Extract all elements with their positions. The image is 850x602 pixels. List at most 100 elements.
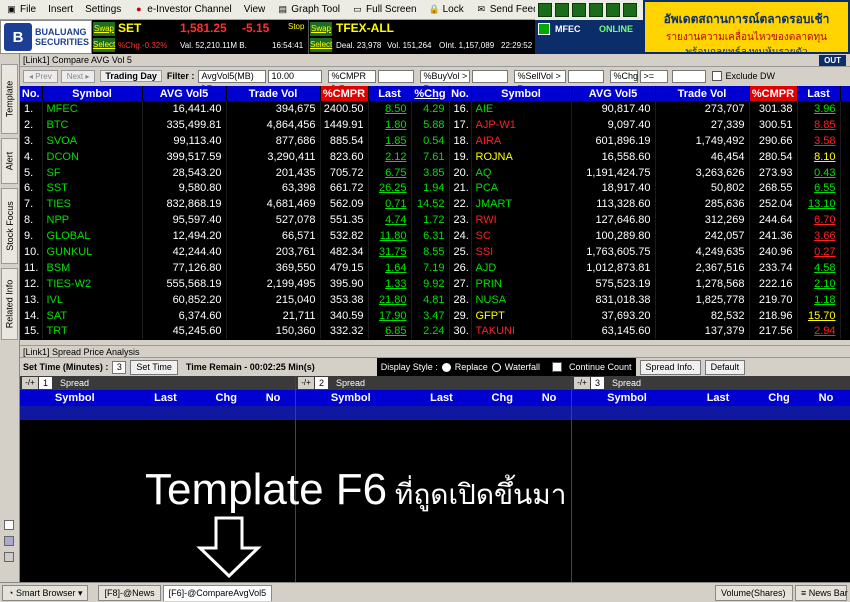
col-no-2[interactable]: No. [449,86,472,101]
cell-sym[interactable]: PCA [471,180,572,197]
table-row[interactable]: 10. GUNKUL 42,244.40 203,761 482.34 31.75 8.55… [20,244,850,260]
cell-sym[interactable]: SST [42,180,143,197]
waterfall-radio[interactable] [491,362,501,372]
cell-sym[interactable]: MFEC [42,101,143,117]
cell-sym[interactable]: SF [42,164,143,181]
col-symbol[interactable]: Symbol [42,86,143,101]
cell-sym[interactable]: GFPT [471,307,572,324]
col-chg-2[interactable]: %Chg [840,86,850,101]
cell-sym[interactable]: PRIN [471,275,572,292]
table-row[interactable]: 12. TIES-W2 555,568.19 2,199,495 395.90 1.33 9… [20,275,850,292]
cell-sym[interactable]: TIES-W2 [42,275,143,292]
cell-sym[interactable]: ROJNA [471,148,572,165]
cell-sym[interactable]: DCON [42,148,143,165]
tab-stock-focus[interactable]: Stock Focus [1,188,18,264]
tab-template[interactable]: Template [1,64,18,134]
cell-sym[interactable]: BSM [42,259,143,276]
cell-sym[interactable]: AJP-W1 [471,116,572,133]
cell-sym[interactable]: RWI [471,212,572,229]
spread-info-button[interactable]: Spread Info. [639,359,701,375]
tab-news[interactable]: [F8]-@News [98,584,161,601]
table-row[interactable]: 6. SST 9,580.80 63,398 661.72 26.25 1.94 21. PCA… [20,180,850,197]
table-row[interactable]: 5. SF 28,543.20 201,435 705.72 6.75 3.85 20. AQ 1… [20,164,850,181]
tfex-select-button[interactable]: Select [310,38,332,52]
table-row[interactable]: 13. IVL 60,852.20 215,040 353.38 21.80 4.81 28.… [20,291,850,308]
menu-lock[interactable]: 🔒 Lock [423,0,470,20]
cell-sym[interactable]: IVL [42,291,143,308]
menu-settings[interactable]: Settings [79,0,127,20]
set-select-button[interactable]: Select [93,38,115,52]
cell-sym[interactable]: BTC [42,116,143,133]
table-row[interactable]: 14. SAT 6,374.60 21,711 340.59 17.90 3.47 29. GF… [20,307,850,324]
spread-toggle-1[interactable]: -/+ [22,377,38,389]
menu-file[interactable]: ▣ File [0,0,42,20]
col-symbol-2[interactable]: Symbol [471,86,572,101]
spread-number-1[interactable]: 1 [39,377,52,389]
cmpr-input[interactable] [378,69,415,83]
toolbar-button-4[interactable] [589,3,603,17]
ad-banner[interactable]: อัพเดตสถานการณ์ตลาดรอบเช้า รายงานความเคล… [643,0,850,54]
prev-button[interactable]: ◂ Prev [23,69,58,83]
exclude-dw-checkbox[interactable] [712,71,723,81]
toolbar-button-6[interactable] [623,3,637,17]
menu-e-investor[interactable]: ● e-Investor Channel [127,0,238,20]
smart-browser-button[interactable]: ◔ Smart Browser ▾ [2,584,89,601]
cell-sym[interactable]: AIRA [471,132,572,149]
news-bar-button[interactable]: ≡ News Bar [795,584,848,601]
chg-operator-select[interactable]: >= [640,69,669,83]
table-row[interactable]: 7. TIES 832,868.19 4,681,469 562.09 0.71 14.52… [20,196,850,213]
cell-sym[interactable]: AJD [471,259,572,276]
cell-sym[interactable]: JMART [471,196,572,213]
col-chg[interactable]: %Chg [411,86,450,101]
table-row[interactable]: 8. NPP 95,597.40 527,078 551.35 4.74 1.72 23. RW… [20,212,850,229]
table-row[interactable]: 15. TRT 45,245.60 150,360 332.32 6.85 2.24 30. T… [20,323,850,340]
col-last[interactable]: Last [368,86,412,101]
trading-day-button[interactable]: Trading Day [100,70,162,82]
save-icon[interactable] [4,536,14,546]
out-button[interactable]: OUT [819,55,846,66]
menu-insert[interactable]: Insert [42,0,79,20]
cell-sym[interactable]: SC [471,228,572,245]
menu-graph-tool[interactable]: ▤ Graph Tool [271,0,346,20]
continue-count-checkbox[interactable] [551,362,562,372]
col-cmpr-2[interactable]: %CMPR [749,86,798,101]
set-time-input[interactable]: 3 [112,360,127,374]
col-avg-vol5-2[interactable]: AVG Vol5 [571,86,656,101]
tab-alert[interactable]: Alert [1,138,18,184]
col-cmpr[interactable]: %CMPR [320,86,369,101]
toolbar-button-1[interactable] [538,3,552,17]
cell-sym[interactable]: GUNKUL [42,244,143,260]
buyvol-input[interactable] [472,69,509,83]
cell-sym[interactable]: NPP [42,212,143,229]
tab-related-info[interactable]: Related Info [1,268,18,340]
sellvol-input[interactable] [568,69,605,83]
avgvol5-input[interactable]: 10.00 [268,69,323,83]
cell-sym[interactable]: TRT [42,323,143,340]
set-time-button[interactable]: Set Time [130,359,178,375]
cell-sym[interactable]: SSI [471,244,572,260]
col-trade-vol[interactable]: Trade Vol [226,86,321,101]
col-last-2[interactable]: Last [797,86,841,101]
table-row[interactable]: 1. MFEC 16,441.40 394,675 2400.50 8.50 4.29 16.… [20,101,850,117]
toolbar-button-5[interactable] [606,3,620,17]
replace-radio[interactable] [441,362,451,372]
toolbar-button-3[interactable] [572,3,586,17]
table-row[interactable]: 2. BTC 335,499.81 4,864,456 1449.91 1.80 5.88 1… [20,116,850,133]
cell-sym[interactable]: SAT [42,307,143,324]
default-button[interactable]: Default [704,359,746,375]
tab-compare-avg-vol5[interactable]: [F6]-@CompareAvgVol5 [162,584,273,601]
cell-sym[interactable]: TIES [42,196,143,213]
table-row[interactable]: 9. GLOBAL 12,494.20 66,571 532.82 11.80 6.31 24… [20,228,850,245]
next-button[interactable]: Next ▸ [60,69,96,83]
cell-sym[interactable]: AQ [471,164,572,181]
table-row[interactable]: 4. DCON 399,517.59 3,290,411 823.60 2.12 7.61 1… [20,148,850,165]
cell-sym[interactable]: SVOA [42,132,143,149]
cell-sym[interactable]: TAKUNI [471,323,572,340]
col-avg-vol5[interactable]: AVG Vol5 [142,86,227,101]
config-icon[interactable] [4,552,14,562]
table-row[interactable]: 3. SVOA 99,113.40 877,686 885.54 1.85 0.54 18. A… [20,132,850,149]
col-no[interactable]: No. [20,86,43,101]
tfex-swap-button[interactable]: Swap [310,22,332,36]
spread-number-2[interactable]: 2 [315,377,328,389]
new-icon[interactable] [4,520,14,530]
